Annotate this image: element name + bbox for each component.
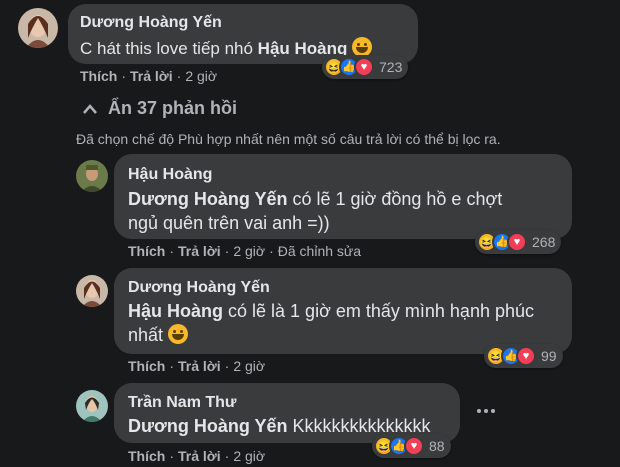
chevron-up-icon [83, 103, 97, 114]
reply-button[interactable]: Trả lời [178, 243, 221, 259]
like-button[interactable]: Thích [128, 448, 165, 464]
reply-author[interactable]: Dương Hoàng Yến [128, 279, 270, 297]
mention-link[interactable]: Dương Hoàng Yến [128, 189, 288, 209]
grinning-emoji-icon [168, 324, 189, 345]
comment-actions: Thích · Trả lời · 2 giờ [80, 68, 218, 84]
like-button[interactable]: Thích [128, 358, 165, 374]
mention-link[interactable]: Hậu Hoàng [128, 301, 223, 321]
comment-author[interactable]: Dương Hoàng Yến [80, 14, 222, 32]
reaction-count: 99 [541, 348, 557, 364]
reply-actions: Thích · Trả lời · 2 giờ · Đã chỉnh sửa [128, 243, 362, 259]
reactions-summary[interactable]: 😆 👍 ♥ 723 [322, 55, 409, 79]
avatar[interactable] [76, 275, 108, 307]
reply-author[interactable]: Hậu Hoàng [128, 166, 212, 184]
reaction-count: 268 [532, 234, 556, 250]
reactions-summary[interactable]: 😆 👍 ♥ 268 [475, 230, 562, 254]
reply-actions: Thích · Trả lời · 2 giờ [128, 448, 266, 464]
laughing-emoji-icon [352, 37, 373, 57]
hide-replies-label: Ẩn 37 phản hồi [108, 98, 238, 118]
reaction-count: 88 [429, 438, 445, 454]
avatar[interactable] [18, 8, 58, 48]
reactions-summary[interactable]: 😆 👍 ♥ 88 [372, 434, 451, 458]
timestamp[interactable]: 2 giờ [233, 243, 265, 259]
love-icon: ♥ [404, 436, 424, 456]
reply-text: Dương Hoàng Yến có lẽ 1 giờ đồng hồ e ch… [128, 189, 503, 234]
timestamp[interactable]: 2 giờ [233, 448, 265, 464]
reply-bubble: Dương Hoàng Yến Hậu Hoàng có lẽ là 1 giờ… [114, 268, 572, 354]
reply-button[interactable]: Trả lời [130, 68, 173, 84]
reply-button[interactable]: Trả lời [178, 448, 221, 464]
like-button[interactable]: Thích [128, 243, 165, 259]
love-icon: ♥ [507, 232, 527, 252]
reaction-count: 723 [379, 59, 403, 75]
mention-link[interactable]: Dương Hoàng Yến [128, 416, 288, 436]
more-options-icon[interactable] [476, 404, 496, 416]
reactions-summary[interactable]: 😆 👍 ♥ 99 [484, 344, 563, 368]
hide-replies-button[interactable]: Ẩn 37 phản hồi [82, 98, 237, 119]
reply-actions: Thích · Trả lời · 2 giờ [128, 358, 266, 374]
reply-author[interactable]: Trần Nam Thư [128, 394, 237, 412]
like-button[interactable]: Thích [80, 68, 117, 84]
avatar[interactable] [76, 390, 108, 422]
reply-text: Hậu Hoàng có lẽ là 1 giờ em thấy mình hạ… [128, 301, 534, 346]
reply-bubble: Hậu Hoàng Dương Hoàng Yến có lẽ 1 giờ đồ… [114, 154, 572, 239]
timestamp[interactable]: 2 giờ [185, 68, 217, 84]
love-icon: ♥ [516, 346, 536, 366]
reply-button[interactable]: Trả lời [178, 358, 221, 374]
timestamp[interactable]: 2 giờ [233, 358, 265, 374]
filter-notice: Đã chọn chế độ Phù hợp nhất nên một số c… [76, 131, 501, 147]
avatar[interactable] [76, 160, 108, 192]
edited-label[interactable]: Đã chỉnh sửa [278, 243, 361, 259]
love-icon: ♥ [354, 57, 374, 77]
